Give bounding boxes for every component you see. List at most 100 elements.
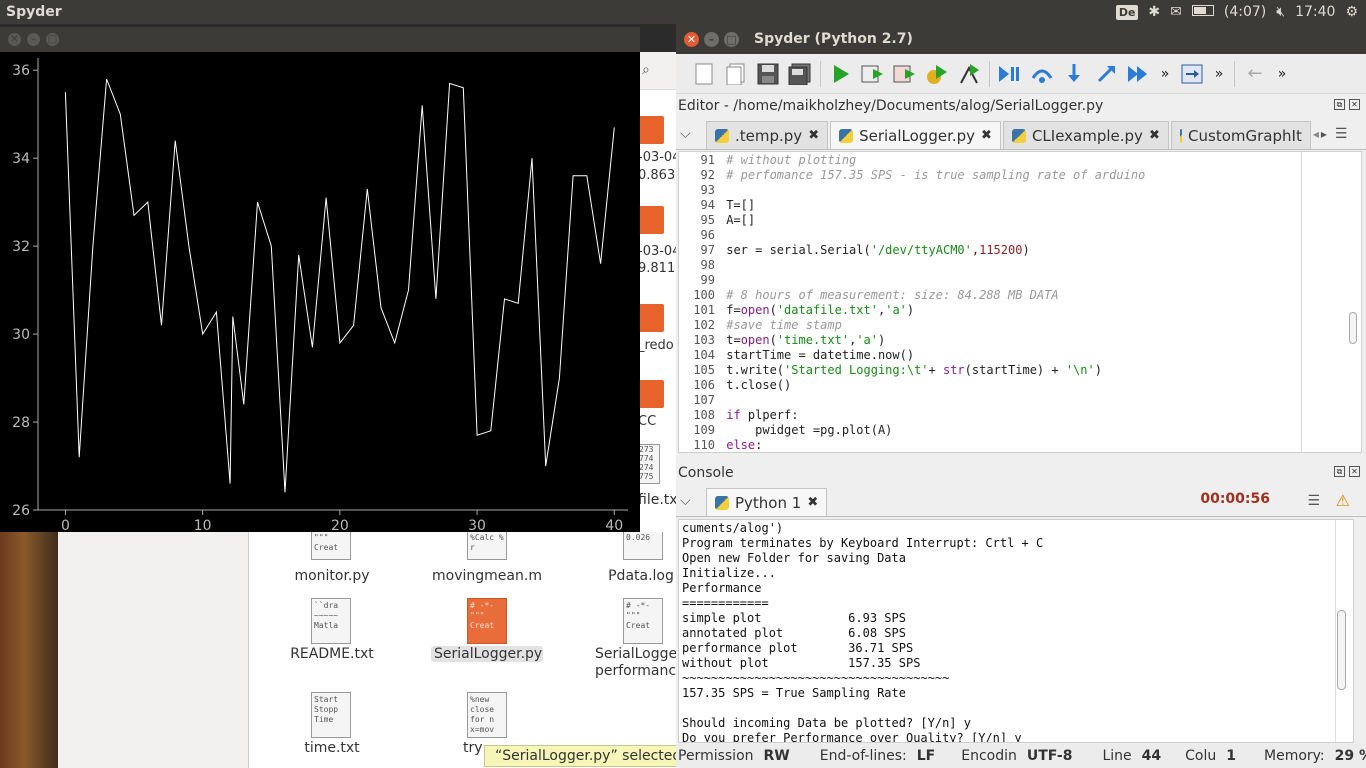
- run-icon[interactable]: [829, 62, 853, 86]
- y-tick-label: 30: [12, 327, 30, 343]
- file-preview-icon[interactable]: 273 774 274 775: [638, 444, 660, 484]
- console-output[interactable]: cuments/alog') Program terminates by Key…: [678, 519, 1354, 743]
- folder-icon[interactable]: [638, 206, 664, 234]
- close-tab-icon[interactable]: ✖: [808, 128, 819, 143]
- continue-icon[interactable]: [1126, 62, 1150, 86]
- clock[interactable]: 17:40: [1295, 4, 1335, 20]
- close-tab-icon[interactable]: ✖: [807, 495, 818, 510]
- scrollbar-thumb[interactable]: [1349, 312, 1357, 344]
- plot-window-titlebar[interactable]: ✕ – □: [0, 27, 640, 52]
- undock-icon[interactable]: ⧉: [1334, 466, 1345, 477]
- maximize-icon[interactable]: □: [46, 33, 59, 46]
- step-over-icon[interactable]: [1030, 62, 1054, 86]
- line-plot[interactable]: 26 28 30 32 34 36 0 10 20 30 40: [0, 52, 640, 532]
- minimize-icon[interactable]: –: [27, 33, 40, 46]
- step-into-icon[interactable]: [1062, 62, 1086, 86]
- maximize-pane-icon[interactable]: [1180, 62, 1204, 86]
- strip-label-3: -03-04: [638, 244, 676, 259]
- settings-gear-icon[interactable]: ⚙: [1345, 4, 1358, 20]
- options-menu-icon[interactable]: ☰: [1307, 493, 1320, 509]
- run-selection-icon[interactable]: [893, 62, 917, 86]
- minimize-icon[interactable]: –: [704, 31, 719, 47]
- step-return-icon[interactable]: [1094, 62, 1118, 86]
- scrollbar-thumb[interactable]: [1337, 610, 1346, 690]
- code-line: 105 t.write('Started Logging:\t'+ str(st…: [693, 363, 1102, 377]
- warning-icon[interactable]: ⚠: [1336, 491, 1350, 510]
- file-label-monitor[interactable]: monitor.py: [289, 568, 375, 584]
- undock-icon[interactable]: ⧉: [1334, 99, 1345, 110]
- file-label-pdata[interactable]: Pdata.log: [601, 568, 681, 584]
- toolbar-overflow-icon-2[interactable]: »: [1212, 62, 1226, 86]
- save-icon[interactable]: [756, 62, 780, 86]
- browse-tabs-icon[interactable]: ⌵: [680, 493, 704, 509]
- toolbar-overflow-icon[interactable]: »: [1158, 62, 1172, 86]
- battery-time[interactable]: (4:07): [1224, 4, 1266, 20]
- debug-icon[interactable]: [957, 62, 981, 86]
- file-icon-pdata[interactable]: 0.026: [623, 530, 663, 560]
- code-editor[interactable]: 91 # without plotting 92 # perfomance 15…: [678, 151, 1362, 453]
- console-scrollbar[interactable]: [1335, 520, 1347, 742]
- file-icon-try[interactable]: %new close for n x=mov: [467, 692, 507, 738]
- file-icon-seriallogger[interactable]: # -*- """ Creat: [467, 598, 507, 644]
- tab-customgraph[interactable]: CustomGraphIt: [1170, 121, 1311, 149]
- new-file-icon[interactable]: [692, 62, 716, 86]
- plot-window[interactable]: ✕ – □ 26 28 30 32 34 36 0 10 20 30 40: [0, 27, 640, 532]
- save-all-icon[interactable]: [788, 62, 812, 86]
- x-tick-label: 0: [61, 518, 70, 532]
- close-tab-icon[interactable]: ✖: [981, 128, 992, 143]
- close-pane-icon[interactable]: ✕: [1349, 466, 1360, 477]
- mail-icon[interactable]: ✉: [1170, 4, 1182, 20]
- browse-tabs-icon[interactable]: ⌵: [680, 126, 704, 142]
- tab-cliexample[interactable]: CLIexample.py ✖: [1002, 121, 1169, 149]
- folder-icon[interactable]: [638, 116, 664, 144]
- run-file-icon[interactable]: [861, 62, 885, 86]
- file-label-seriallogger-performance[interactable]: SerialLogger performance: [595, 646, 685, 680]
- spyder-titlebar[interactable]: ✕ – □ Spyder (Python 2.7): [676, 24, 1366, 54]
- bluetooth-icon[interactable]: ✱: [1148, 4, 1160, 20]
- tab-python-console[interactable]: Python 1 ✖: [706, 488, 828, 516]
- console-text[interactable]: cuments/alog') Program terminates by Key…: [679, 520, 1353, 742]
- main-toolbar: » » ← »: [676, 54, 1366, 94]
- folder-icon[interactable]: [638, 304, 664, 332]
- open-file-icon[interactable]: [724, 62, 748, 86]
- close-icon[interactable]: ✕: [684, 31, 699, 47]
- file-icon-seriallogger-performance[interactable]: # -*- """ Creat: [623, 598, 663, 644]
- toolbar-overflow-icon-3[interactable]: »: [1275, 62, 1289, 86]
- file-icon-time[interactable]: Start Stopp Time: [311, 692, 351, 738]
- file-manager-window: """ Creat monitor.py %Calc % r movingmea…: [58, 530, 685, 768]
- run-config-icon[interactable]: [925, 62, 949, 86]
- editor-scrollbar[interactable]: [1301, 152, 1361, 452]
- search-icon[interactable]: ⌕: [642, 62, 650, 78]
- file-label-seriallogger[interactable]: SerialLogger.py: [431, 646, 543, 662]
- code-line: 95 A=[]: [700, 213, 756, 227]
- file-label-movingmean[interactable]: movingmean.m: [429, 568, 545, 584]
- options-menu-icon[interactable]: ☰: [1335, 126, 1348, 142]
- toolbar-separator: [820, 60, 821, 87]
- maximize-icon[interactable]: □: [724, 31, 739, 47]
- back-arrow-icon[interactable]: ←: [1243, 62, 1267, 86]
- debug-continue-icon[interactable]: [998, 62, 1022, 86]
- file-label-readme[interactable]: README.txt: [285, 646, 379, 662]
- volume-muted-icon[interactable]: 🔇︎: [1276, 4, 1285, 20]
- file-icon-readme[interactable]: ``dra ~~~~~ Matla: [311, 598, 351, 644]
- file-icon-movingmean[interactable]: %Calc % r: [467, 530, 507, 560]
- file-icon-monitor[interactable]: """ Creat: [311, 530, 351, 560]
- file-grid: """ Creat monitor.py %Calc % r movingmea…: [248, 530, 685, 768]
- tab-scroll-right-icon[interactable]: ▸: [1321, 127, 1327, 141]
- close-pane-icon[interactable]: ✕: [1349, 99, 1360, 110]
- search-bar-area: ⌕: [638, 52, 676, 90]
- folder-icon[interactable]: [638, 380, 664, 408]
- encoding-label: Encodin: [961, 748, 1017, 764]
- tab-temp[interactable]: .temp.py ✖: [706, 121, 829, 149]
- code-lines[interactable]: 91 # without plotting 92 # perfomance 15…: [679, 152, 1361, 452]
- y-tick-label: 34: [12, 151, 30, 167]
- close-tab-icon[interactable]: ✖: [1149, 128, 1160, 143]
- tab-seriallogger[interactable]: SerialLogger.py ✖: [830, 121, 1001, 149]
- tab-scroll-left-icon[interactable]: ◂: [1313, 127, 1319, 141]
- battery-icon[interactable]: [1191, 4, 1214, 20]
- file-label-time[interactable]: time.txt: [289, 740, 375, 756]
- code-line: 109 pwidget =pg.plot(A): [693, 423, 893, 437]
- encoding-value: UTF-8: [1026, 748, 1073, 764]
- close-icon[interactable]: ✕: [8, 33, 21, 46]
- keyboard-layout-indicator[interactable]: De: [1115, 4, 1139, 20]
